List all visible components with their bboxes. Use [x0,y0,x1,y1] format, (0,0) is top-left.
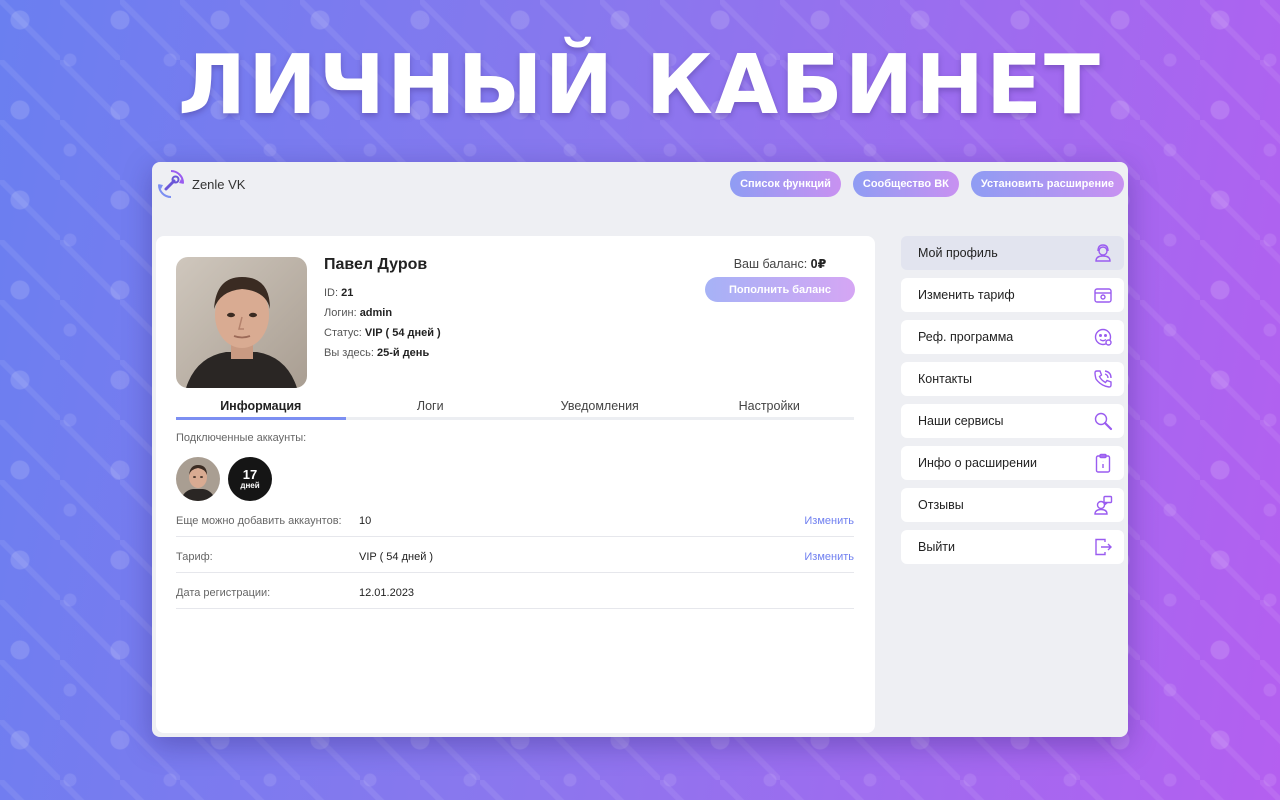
top-bar: Zenle VK Список функций Сообщество ВК Ус… [152,162,1128,210]
review-user-icon [1092,494,1114,516]
days-count: 17 [242,466,258,482]
app-name: Zenle VK [192,176,246,192]
detail-label: Тариф: [176,551,213,563]
days-word: дней [240,480,260,490]
sidebar-item-label: Изменить тариф [918,288,1015,302]
detail-value: VIP ( 54 дней ) [359,551,434,563]
tariff-row: Тариф: VIP ( 54 дней ) Изменить [176,537,854,573]
sidebar-item-label: Наши сервисы [918,414,1004,428]
balance-label: Ваш баланс: 0₽ [705,256,855,271]
detail-value: 10 [359,515,372,527]
profile-here-value: 25-й день [376,347,430,359]
accounts-remaining-row: Еще можно добавить аккаунтов: 10 Изменит… [176,501,854,537]
connected-accounts-label: Подключенные аккаунты: [176,432,307,444]
tab-information[interactable]: Информация [176,396,346,420]
profile-status-value: VIP ( 54 дней ) [364,327,441,339]
edit-accounts-link[interactable]: Изменить [804,515,854,527]
sidebar-item-contacts[interactable]: Контакты [901,362,1124,396]
sidebar-item-extension-info[interactable]: Инфо о расширении [901,446,1124,480]
sidebar-item-referral[interactable]: Реф. программа [901,320,1124,354]
edit-tariff-link[interactable]: Изменить [804,551,854,563]
sidebar-item-label: Реф. программа [918,330,1014,344]
profile-tabs: Информация Логи Уведомления Настройки [176,396,854,420]
subscription-days-badge: 17 дней [228,457,272,501]
sidebar-item-reviews[interactable]: Отзывы [901,488,1124,522]
sidebar-item-logout[interactable]: Выйти [901,530,1124,564]
sidebar-item-label: Мой профиль [918,246,998,260]
tab-logs[interactable]: Логи [346,396,516,417]
detail-value: 12.01.2023 [359,587,415,599]
profile-status-label: Статус: [324,327,365,339]
clipboard-info-icon [1092,452,1114,474]
referral-face-icon [1092,326,1114,348]
profile-status: Статус: VIP ( 54 дней ) [324,323,441,343]
registration-date-row: Дата регистрации: 12.01.2023 [176,573,854,609]
balance-label-text: Ваш баланс: [733,257,811,271]
profile-avatar [176,257,307,388]
profile-days-here: Вы здесь: 25-й день [324,343,441,363]
sidebar-item-change-tariff[interactable]: Изменить тариф [901,278,1124,312]
vk-community-button[interactable]: Сообщество ВК [852,171,959,197]
tab-notifications[interactable]: Уведомления [515,396,685,417]
sidebar-item-label: Отзывы [918,498,964,512]
sidebar-item-label: Контакты [918,372,972,386]
profile-id-value: 21 [341,287,354,299]
sidebar-item-label: Выйти [918,540,956,554]
wrench-cycle-icon [156,167,186,201]
app-logo[interactable]: Zenle VK [156,167,245,201]
profile-card: Павел Дуров ID: 21 Логин: admin Статус: … [156,236,875,733]
detail-label: Дата регистрации: [176,587,271,599]
profile-name: Павел Дуров [324,256,428,273]
sidebar-menu: Мой профиль Изменить тариф Реф. программ… [901,236,1124,572]
balance-block: Ваш баланс: 0₽ Пополнить баланс [705,256,855,302]
top-actions: Список функций Сообщество ВК Установить … [730,171,1124,197]
profile-info: Павел Дуров ID: 21 Логин: admin Статус: … [324,256,441,363]
tariff-box-icon [1092,284,1114,306]
sidebar-item-our-services[interactable]: Наши сервисы [901,404,1124,438]
logout-icon [1092,536,1114,558]
phone-icon [1092,368,1114,390]
balance-value: 0₽ [810,257,827,271]
search-icon [1092,410,1114,432]
profile-here-label: Вы здесь: [324,347,377,359]
install-extension-button[interactable]: Установить расширение [970,171,1124,197]
top-up-balance-button[interactable]: Пополнить баланс [705,277,855,302]
app-window: Zenle VK Список функций Сообщество ВК Ус… [152,162,1128,737]
sidebar-item-my-profile[interactable]: Мой профиль [901,236,1124,270]
detail-label: Еще можно добавить аккаунтов: [176,515,342,527]
profile-id: ID: 21 [324,283,441,303]
profile-login-label: Логин: [324,307,360,319]
user-support-icon [1092,242,1114,264]
tab-settings[interactable]: Настройки [685,396,855,417]
functions-list-button[interactable]: Список функций [730,171,841,197]
profile-login: Логин: admin [324,303,441,323]
profile-login-value: admin [359,307,393,319]
connected-account-avatar[interactable] [176,457,220,501]
hero-title: ЛИЧНЫЙ КАБИНЕТ [178,38,1102,133]
profile-id-label: ID: [324,287,342,299]
sidebar-item-label: Инфо о расширении [918,456,1037,470]
